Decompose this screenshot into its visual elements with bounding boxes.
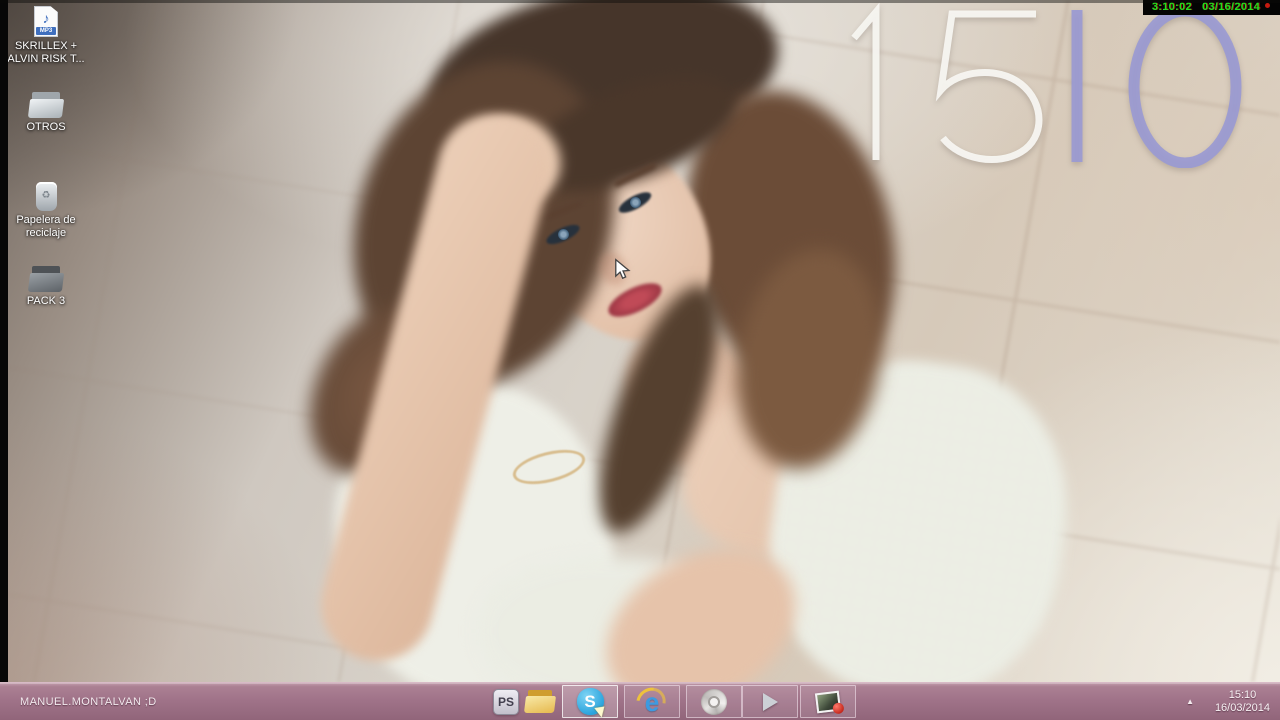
desktop-icon-recycle-bin[interactable]: ♻ Papelera de reciclaje [4, 182, 88, 240]
mp3-file-icon: ♪ MP3 [34, 6, 58, 37]
taskbar-button-photo-viewer[interactable] [800, 685, 856, 718]
clock-digit-hour-5 [941, 14, 1039, 160]
folder-front [28, 99, 64, 118]
tray-clock[interactable]: 15:10 16/03/2014 [1211, 683, 1274, 720]
label-line-1: PACK 3 [4, 295, 88, 308]
mp3-badge: MP3 [36, 27, 56, 35]
red-ball-icon [832, 702, 844, 714]
wallpaper-shape-iris-right [630, 197, 641, 208]
desktop-icon-otros[interactable]: OTROS [4, 92, 88, 134]
clock-digit-minute-0 [1134, 11, 1236, 163]
photoshop-icon: PS [493, 689, 519, 715]
folder-icon [29, 92, 63, 118]
folder-icon [29, 266, 63, 292]
recycle-symbol-icon: ♻ [36, 190, 57, 201]
file-explorer-icon [525, 690, 555, 713]
ie-ring-icon [631, 681, 672, 720]
desktop-clock-widget [840, 0, 1260, 168]
clock-digit-hour-1 [854, 12, 876, 160]
internet-explorer-icon: e [637, 687, 667, 717]
tray-time: 15:10 [1229, 689, 1257, 702]
tray-show-hidden-icons-button[interactable]: ▲ [1186, 683, 1194, 720]
skype-cursor-overlay-icon [594, 703, 608, 718]
video-letterbox-left [0, 0, 8, 682]
play-icon [763, 693, 778, 711]
taskbar-button-skype[interactable]: S [562, 685, 618, 718]
recycle-bin-icon: ♻ [36, 182, 57, 211]
taskbar-button-internet-explorer[interactable]: e [624, 685, 680, 718]
taskbar-button-photoshop[interactable]: PS [490, 685, 522, 718]
desktop-icon-label: Papelera de reciclaje [4, 214, 88, 240]
music-note-icon: ♪ [34, 10, 58, 26]
label-line-1: Papelera de [4, 214, 88, 227]
label-line-2: ALVIN RISK T... [4, 53, 88, 66]
desktop-icon-label: SKRILLEX + ALVIN RISK T... [4, 40, 88, 66]
recorder-indicator-dot [1265, 3, 1270, 8]
photo-viewer-icon [815, 690, 841, 713]
desktop-screen: 3:10:02 03/16/2014 ♪ MP3 SKRILLEX + ALVI… [0, 0, 1280, 720]
folder-front [28, 273, 64, 292]
desktop-icon-skrillex-mp3[interactable]: ♪ MP3 SKRILLEX + ALVIN RISK T... [4, 6, 88, 66]
tray-date: 16/03/2014 [1215, 702, 1270, 715]
chrome-hub-icon [708, 696, 720, 708]
taskbar-button-file-explorer[interactable] [524, 685, 556, 718]
desktop-icon-pack3[interactable]: PACK 3 [4, 266, 88, 308]
mouse-cursor [614, 258, 634, 281]
taskbar-button-media-player[interactable] [742, 685, 798, 718]
taskbar-user-label: MANUEL.MONTALVAN ;D [20, 683, 157, 720]
desktop-icon-label: PACK 3 [4, 295, 88, 308]
desktop-icon-label: OTROS [4, 121, 88, 134]
folder-front [524, 696, 556, 713]
label-line-1: OTROS [4, 121, 88, 134]
label-line-1: SKRILLEX + [4, 40, 88, 53]
taskbar: MANUEL.MONTALVAN ;D PS S e [0, 682, 1280, 720]
skype-icon: S [577, 688, 604, 715]
wallpaper-shape-iris-left [558, 229, 569, 240]
label-line-2: reciclaje [4, 227, 88, 240]
taskbar-button-chrome[interactable] [686, 685, 742, 718]
video-letterbox-top [0, 0, 1280, 3]
chrome-icon [701, 689, 727, 715]
